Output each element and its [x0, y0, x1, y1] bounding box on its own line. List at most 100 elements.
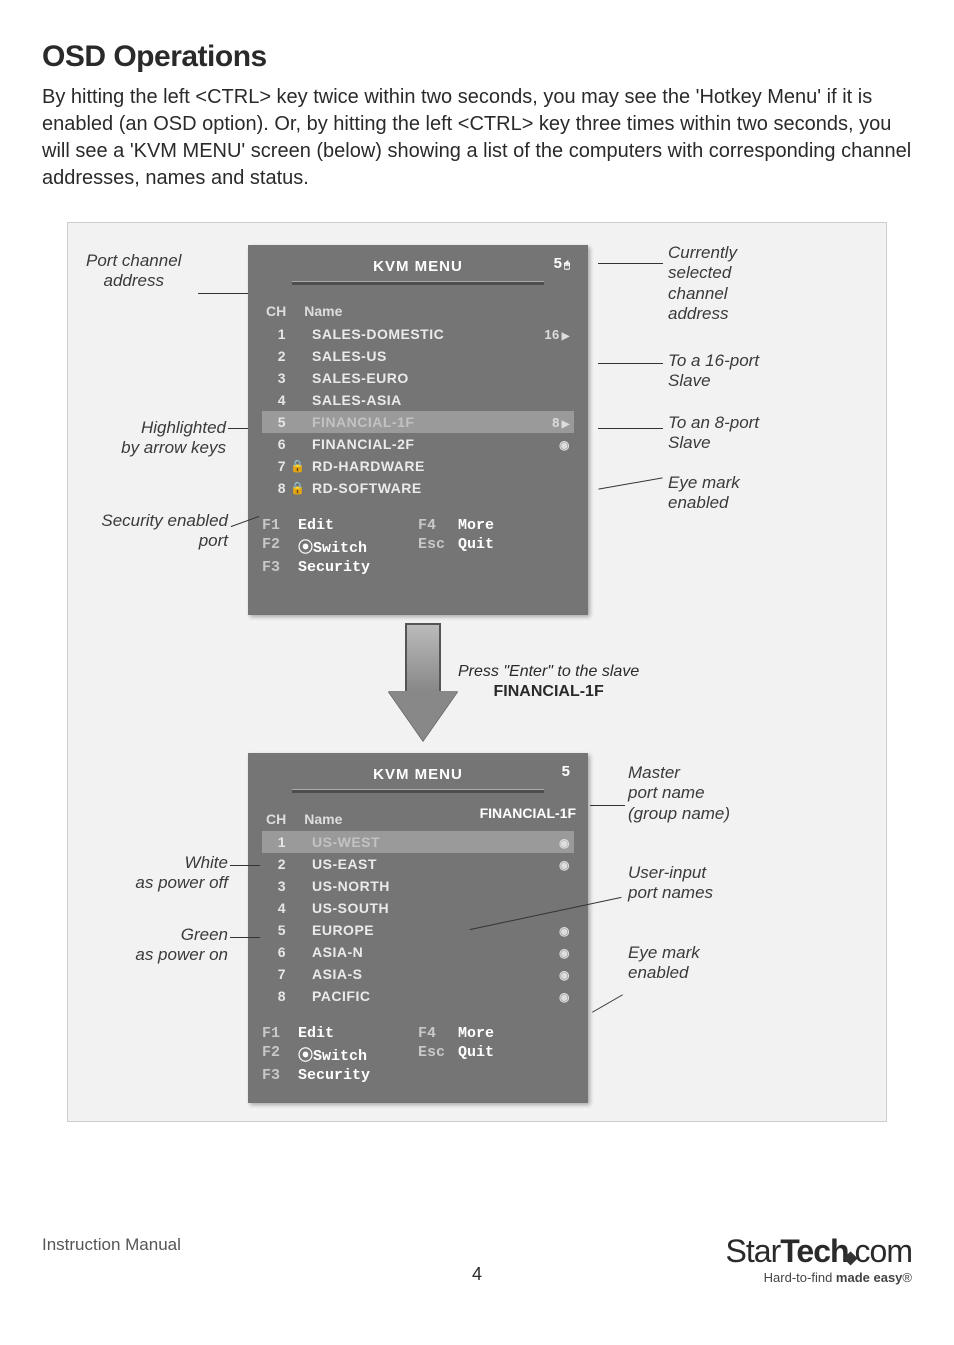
- fn-key-f1: F1: [262, 517, 298, 534]
- annot-line: [598, 428, 663, 429]
- port-name: SALES-ASIA: [306, 392, 532, 408]
- channel-number: 3: [266, 878, 290, 894]
- annot-eye-mark-2: Eye markenabled: [628, 943, 700, 984]
- annot-highlighted: Highlightedby arrow keys: [96, 418, 226, 459]
- annot-line: [228, 428, 248, 429]
- list-item: 2US-EAST: [262, 853, 574, 875]
- fn-switch: ⦿Switch: [298, 536, 418, 557]
- channel-number: 2: [266, 348, 290, 364]
- lock-icon: 🔒: [290, 481, 306, 495]
- channel-number: 4: [266, 392, 290, 408]
- osd-bot-title: KVM MENU: [373, 766, 463, 783]
- list-item: 5EUROPE: [262, 919, 574, 941]
- channel-number: 3: [266, 370, 290, 386]
- intro-paragraph: By hitting the left <CTRL> key twice wit…: [42, 84, 912, 192]
- annot-port-channel: Port channeladdress: [86, 251, 181, 292]
- fn-key-f4: F4: [418, 1025, 458, 1042]
- osd-bot-fn-legend: F1 Edit F4 More F2 ⦿Switch Esc Quit F3 S…: [262, 1025, 574, 1084]
- divider: [292, 281, 544, 285]
- brand-block: StarTechcom Hard-to-find made easy®: [726, 1233, 912, 1285]
- annot-eye-mark-1: Eye markenabled: [668, 473, 740, 514]
- list-item: 6FINANCIAL-2F: [262, 433, 574, 455]
- eye-icon: [532, 835, 574, 850]
- fn-key-f3: F3: [262, 1067, 298, 1084]
- list-item: 2 SALES-US: [262, 345, 574, 367]
- fn-more: More: [458, 517, 558, 534]
- annot-master-port: Masterport name(group name): [628, 763, 730, 824]
- annot-to-16: To a 16-portSlave: [668, 351, 759, 392]
- figure-container: KVM MENU 5 CH Name 1SALES-DOMESTIC162SAL…: [67, 222, 887, 1122]
- col-ch: CH: [266, 303, 286, 319]
- chevron-right-icon: 8: [532, 415, 574, 430]
- channel-number: 5: [266, 414, 290, 430]
- press-enter-caption: Press "Enter" to the slave FINANCIAL-1F: [458, 663, 639, 701]
- eye-icon: [532, 967, 574, 982]
- fn-key-f4: F4: [418, 517, 458, 534]
- osd-bot-channel-number: 5: [562, 763, 570, 780]
- port-name: US-SOUTH: [306, 900, 532, 916]
- port-name: RD-SOFTWARE: [306, 480, 532, 496]
- fn-security: Security: [298, 1067, 418, 1084]
- osd-menu-top: KVM MENU 5 CH Name 1SALES-DOMESTIC162SAL…: [248, 245, 588, 615]
- channel-number: 1: [266, 326, 290, 342]
- brand-logo: StarTechcom: [726, 1233, 912, 1270]
- port-name: US-NORTH: [306, 878, 532, 894]
- eye-icon: [532, 857, 574, 872]
- osd-top-title: KVM MENU: [373, 258, 463, 275]
- annot-line: [598, 263, 663, 264]
- annot-security: Security enabledport: [78, 511, 228, 552]
- fn-key-esc: Esc: [418, 536, 458, 557]
- annot-line: [198, 293, 248, 294]
- col-ch: CH: [266, 811, 286, 827]
- port-name: US-EAST: [306, 856, 532, 872]
- osd-top-channel-number: 5: [554, 255, 570, 272]
- annot-green-power-on: Greenas power on: [118, 925, 228, 966]
- list-item: 5FINANCIAL-1F8: [262, 411, 574, 433]
- port-name: PACIFIC: [306, 988, 532, 1004]
- eye-icon: [532, 923, 574, 938]
- port-name: SALES-US: [306, 348, 532, 364]
- annot-line: [230, 937, 260, 938]
- fn-edit: Edit: [298, 1025, 418, 1042]
- fn-quit: Quit: [458, 536, 558, 557]
- channel-number: 7: [266, 966, 290, 982]
- list-item: 6ASIA-N: [262, 941, 574, 963]
- list-item: 7🔒RD-HARDWARE: [262, 455, 574, 477]
- port-name: RD-HARDWARE: [306, 458, 532, 474]
- channel-number: 5: [266, 922, 290, 938]
- fn-edit: Edit: [298, 517, 418, 534]
- col-name: Name: [304, 303, 342, 319]
- page-heading: OSD Operations: [42, 40, 912, 74]
- fn-key-f1: F1: [262, 1025, 298, 1042]
- fn-key-f2: F2: [262, 536, 298, 557]
- port-name: US-WEST: [306, 834, 532, 850]
- divider: [292, 789, 544, 793]
- osd-bot-group-name: FINANCIAL-1F: [480, 805, 576, 821]
- osd-top-fn-legend: F1 Edit F4 More F2 ⦿Switch Esc Quit F3 S…: [262, 517, 574, 576]
- channel-number: 4: [266, 900, 290, 916]
- fn-switch: ⦿Switch: [298, 1044, 418, 1065]
- fn-more: More: [458, 1025, 558, 1042]
- list-item: 8🔒RD-SOFTWARE: [262, 477, 574, 499]
- fn-security: Security: [298, 559, 418, 576]
- port-name: FINANCIAL-2F: [306, 436, 532, 452]
- annot-current-channel: Currentlyselectedchanneladdress: [668, 243, 737, 325]
- annot-line: [592, 994, 623, 1012]
- list-item: 3 US-NORTH: [262, 875, 574, 897]
- col-name: Name: [304, 811, 342, 827]
- list-item: 4 SALES-ASIA: [262, 389, 574, 411]
- flow-arrow: [388, 623, 458, 753]
- fn-key-f3: F3: [262, 559, 298, 576]
- fn-key-esc: Esc: [418, 1044, 458, 1065]
- osd-bot-list: 1US-WEST2US-EAST3US-NORTH4US-SOUTH5EUROP…: [262, 831, 574, 1007]
- annot-white-power-off: Whiteas power off: [118, 853, 228, 894]
- annot-line: [590, 805, 625, 806]
- mouse-icon: [562, 255, 570, 272]
- eye-icon: [532, 437, 574, 452]
- brand-tagline: Hard-to-find made easy®: [726, 1270, 912, 1285]
- lock-icon: 🔒: [290, 459, 306, 473]
- footer-doc-title: Instruction Manual: [42, 1235, 181, 1255]
- channel-number: 8: [266, 480, 290, 496]
- annot-line: [598, 477, 662, 489]
- osd-top-list: 1SALES-DOMESTIC162SALES-US3SALES-EURO4SA…: [262, 323, 574, 499]
